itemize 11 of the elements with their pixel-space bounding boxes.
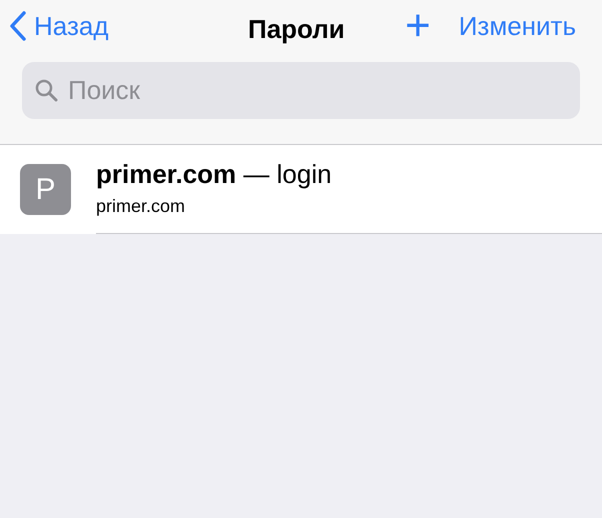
edit-button[interactable]: Изменить: [458, 6, 576, 46]
row-title: primer.com — login: [96, 158, 333, 191]
search-field[interactable]: Поиск: [22, 62, 580, 119]
chevron-left-icon: [8, 10, 28, 42]
site-initial-icon: P: [20, 164, 71, 215]
back-button[interactable]: Назад: [8, 6, 108, 46]
add-button[interactable]: +: [405, 4, 431, 48]
nav-title: Пароли: [248, 13, 345, 46]
search-icon: [34, 78, 58, 102]
password-row[interactable]: P primer.com — login primer.com: [0, 145, 602, 234]
row-subtitle: primer.com: [96, 194, 186, 218]
